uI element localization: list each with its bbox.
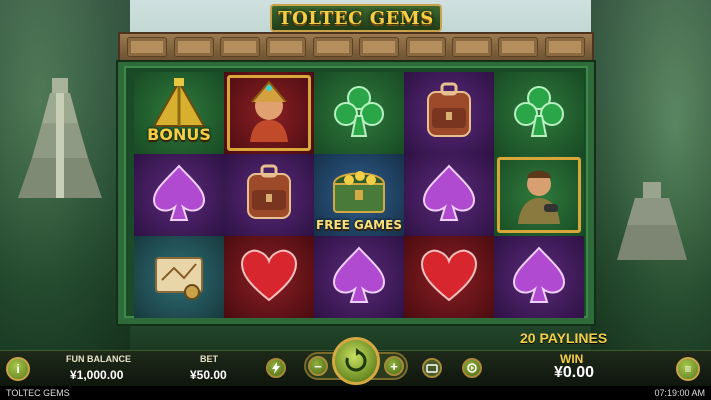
lightning-icon bbox=[272, 362, 280, 374]
spin-button[interactable] bbox=[332, 337, 380, 385]
win-value: ¥0.00 bbox=[554, 364, 595, 381]
reel-3-row-1-symbol bbox=[314, 72, 404, 154]
status-game-title: TOLTEC GEMS bbox=[6, 388, 70, 398]
reel-2-row-1-symbol bbox=[224, 72, 314, 154]
explorer-icon bbox=[504, 158, 574, 233]
map-scroll-icon bbox=[144, 240, 214, 315]
reel-grid: BONUS FREE GAMES bbox=[134, 72, 584, 318]
increase-bet-button[interactable]: + bbox=[384, 356, 404, 376]
stone-glyph-band bbox=[118, 32, 594, 62]
glyph-icon bbox=[173, 37, 214, 57]
glyph-icon bbox=[127, 37, 168, 57]
spin-arrows-icon bbox=[345, 348, 367, 372]
backpack-icon bbox=[234, 158, 304, 233]
glyph-icon bbox=[544, 37, 585, 57]
glyph-icon bbox=[219, 37, 260, 57]
reel-1-row-1-symbol: BONUS bbox=[134, 72, 224, 154]
glyph-icon bbox=[405, 37, 446, 57]
heart-icon bbox=[234, 240, 304, 315]
reel-1-row-3-symbol bbox=[134, 236, 224, 318]
symbol-label: BONUS bbox=[147, 125, 211, 144]
glyph-icon bbox=[451, 37, 492, 57]
reel-2-row-2-symbol bbox=[224, 154, 314, 236]
minus-icon: − bbox=[314, 358, 322, 374]
info-icon: i bbox=[16, 362, 20, 376]
autoplay-icon bbox=[467, 363, 477, 373]
glyph-icon bbox=[266, 37, 307, 57]
spade-icon bbox=[504, 240, 574, 315]
tribal-queen-icon bbox=[234, 76, 304, 151]
paytable-button[interactable] bbox=[422, 358, 442, 378]
glyph-icon bbox=[312, 37, 353, 57]
quick-spin-button[interactable] bbox=[266, 358, 286, 378]
club-icon bbox=[504, 76, 574, 151]
background-pyramid bbox=[18, 78, 102, 198]
backpack-icon bbox=[414, 76, 484, 151]
reel-4-row-2-symbol bbox=[404, 154, 494, 236]
spade-icon bbox=[144, 158, 214, 233]
paylines-count: 20 PAYLINES bbox=[520, 330, 608, 346]
fun-balance-label: FUN BALANCE bbox=[66, 354, 131, 364]
reel-1-row-2-symbol bbox=[134, 154, 224, 236]
info-button[interactable]: i bbox=[6, 357, 30, 381]
game-logo: TOLTEC GEMS bbox=[270, 4, 442, 32]
reel-4-row-1-symbol bbox=[404, 72, 494, 154]
bet-label: BET bbox=[200, 354, 218, 364]
club-icon bbox=[324, 76, 394, 151]
spade-icon bbox=[414, 158, 484, 233]
reel-2-row-3-symbol bbox=[224, 236, 314, 318]
reel-4-row-3-symbol bbox=[404, 236, 494, 318]
game-title: TOLTEC GEMS bbox=[278, 7, 434, 29]
reel-5-row-3-symbol bbox=[494, 236, 584, 318]
clock: 07:19:00 AM bbox=[654, 388, 705, 398]
autoplay-button[interactable] bbox=[462, 358, 482, 378]
symbol-label: FREE GAMES bbox=[316, 218, 402, 232]
reel-5-row-1-symbol bbox=[494, 72, 584, 154]
reel-5-row-2-symbol bbox=[494, 154, 584, 236]
plus-icon: + bbox=[390, 358, 398, 374]
bet-value: ¥50.00 bbox=[190, 368, 227, 382]
reel-3-row-3-symbol bbox=[314, 236, 404, 318]
menu-button[interactable]: ≡ bbox=[676, 357, 700, 381]
menu-icon: ≡ bbox=[684, 362, 692, 376]
game-background: TOLTEC GEMS BONUS FREE GAMES 20 PAYLINES bbox=[0, 0, 711, 350]
heart-icon bbox=[414, 240, 484, 315]
glyph-icon bbox=[498, 37, 539, 57]
status-bar: TOLTEC GEMS 07:19:00 AM bbox=[0, 386, 711, 400]
reel-frame: BONUS FREE GAMES bbox=[118, 62, 594, 324]
spade-icon bbox=[324, 240, 394, 315]
reel-3-row-2-symbol: FREE GAMES bbox=[314, 154, 404, 236]
background-ruin-right bbox=[617, 182, 687, 260]
glyph-icon bbox=[359, 37, 400, 57]
card-icon bbox=[426, 364, 438, 373]
decrease-bet-button[interactable]: − bbox=[308, 356, 328, 376]
fun-balance-value: ¥1,000.00 bbox=[70, 368, 124, 382]
